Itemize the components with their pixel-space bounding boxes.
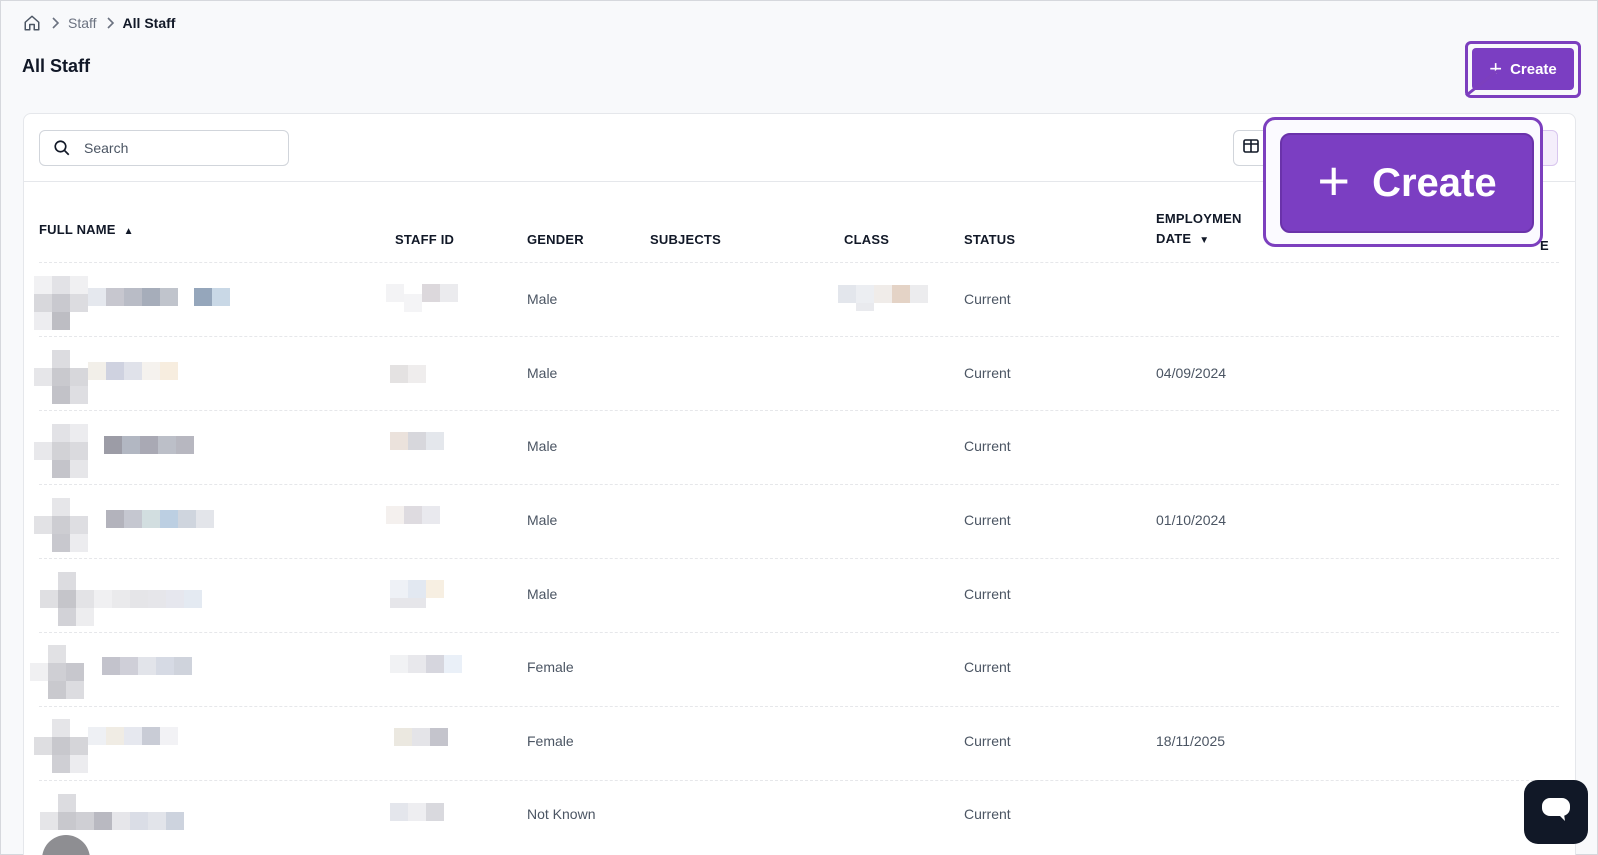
create-button[interactable]: + Create — [1472, 48, 1574, 90]
sort-descending-icon: ▼ — [1199, 235, 1210, 246]
row-divider — [39, 262, 1559, 263]
row-divider — [39, 484, 1559, 485]
redacted-staff-id — [390, 580, 444, 608]
cell-status: Current — [964, 806, 1011, 822]
cell-gender: Male — [527, 512, 558, 528]
row-divider — [39, 410, 1559, 411]
header-status[interactable]: STATUS — [964, 232, 1015, 247]
header-class[interactable]: CLASS — [844, 232, 889, 247]
avatar — [34, 424, 204, 478]
header-subjects[interactable]: SUBJECTS — [650, 232, 721, 247]
header-employment-date[interactable]: EMPLOYMEN DATE ▼ — [1156, 211, 1242, 246]
redacted-staff-id — [390, 365, 426, 383]
create-button-zoomed: + Create — [1280, 133, 1534, 233]
cell-employment-date: 01/10/2024 — [1156, 512, 1227, 528]
chevron-right-icon — [42, 17, 68, 29]
cell-gender: Female — [527, 659, 574, 675]
breadcrumb-staff-link[interactable]: Staff — [68, 15, 97, 31]
cell-gender: Female — [527, 733, 574, 749]
avatar — [40, 572, 210, 626]
cell-gender: Male — [527, 586, 558, 602]
row-divider — [39, 336, 1559, 337]
create-button-label: Create — [1510, 60, 1557, 78]
cell-status: Current — [964, 586, 1011, 602]
cell-status: Current — [964, 512, 1011, 528]
header-staff-id[interactable]: STAFF ID — [395, 232, 454, 247]
redacted-staff-id — [394, 728, 448, 746]
redacted-class — [838, 285, 928, 311]
cell-status: Current — [964, 733, 1011, 749]
avatar — [34, 276, 234, 330]
header-full-name[interactable]: FULL NAME ▲ — [39, 222, 134, 237]
avatar — [30, 645, 200, 699]
sort-ascending-icon: ▲ — [123, 226, 134, 237]
redacted-name — [30, 645, 192, 699]
cell-gender: Male — [527, 365, 558, 381]
cell-status: Current — [964, 365, 1011, 381]
search-input[interactable] — [84, 140, 274, 156]
redacted-name — [34, 424, 194, 478]
cell-employment-date: 04/09/2024 — [1156, 365, 1227, 381]
chat-icon — [1541, 797, 1571, 828]
cell-status: Current — [964, 291, 1011, 307]
redacted-staff-id — [386, 284, 458, 312]
redacted-staff-id — [390, 803, 444, 821]
cell-status: Current — [964, 659, 1011, 675]
redacted-name — [34, 350, 178, 404]
home-icon[interactable] — [22, 13, 42, 33]
redacted-staff-id — [390, 655, 462, 673]
search-box[interactable] — [39, 130, 289, 166]
avatar — [40, 794, 190, 834]
header-gender[interactable]: GENDER — [527, 232, 584, 247]
row-divider — [39, 558, 1559, 559]
columns-icon — [1243, 138, 1259, 158]
row-divider — [39, 706, 1559, 707]
zoom-callout: + Create — [1263, 117, 1543, 247]
redacted-name — [34, 719, 178, 773]
search-icon — [40, 139, 84, 157]
row-divider — [39, 780, 1559, 781]
redacted-name — [40, 794, 184, 830]
avatar — [34, 350, 184, 404]
redacted-name — [34, 498, 214, 552]
page-title: All Staff — [22, 56, 91, 76]
breadcrumb-current: All Staff — [122, 15, 176, 31]
redacted-name — [40, 572, 202, 626]
chat-widget-button[interactable] — [1524, 780, 1588, 844]
chevron-right-icon — [97, 17, 123, 29]
plus-icon: + — [1317, 149, 1351, 212]
avatar — [34, 719, 194, 777]
cell-status: Current — [964, 438, 1011, 454]
cell-gender: Male — [527, 291, 558, 307]
breadcrumb: Staff All Staff — [22, 12, 175, 34]
cell-employment-date: 18/11/2025 — [1156, 733, 1226, 749]
redacted-staff-id — [390, 432, 444, 450]
cell-gender: Male — [527, 438, 558, 454]
redacted-staff-id — [386, 506, 440, 524]
cell-gender: Not Known — [527, 806, 596, 822]
row-divider — [39, 632, 1559, 633]
avatar — [34, 498, 224, 552]
redacted-name — [34, 276, 230, 330]
zoom-callout-label: Create — [1372, 160, 1497, 205]
